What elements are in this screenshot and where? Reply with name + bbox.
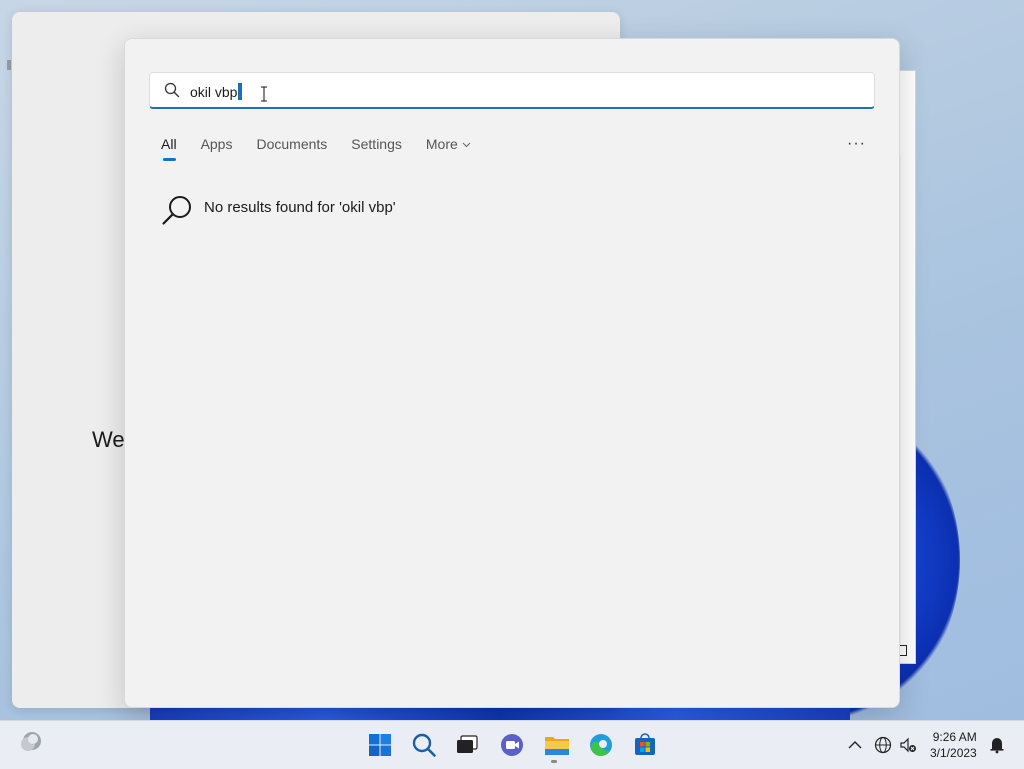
tab-apps[interactable]: Apps xyxy=(201,136,233,160)
task-view-icon[interactable] xyxy=(453,731,481,759)
i-beam-cursor-icon xyxy=(261,86,267,102)
edge-icon[interactable] xyxy=(587,731,615,759)
tab-settings-label: Settings xyxy=(351,136,402,152)
clock[interactable]: 9:26 AM 3/1/2023 xyxy=(930,729,977,761)
clock-date: 3/1/2023 xyxy=(930,746,977,760)
network-globe-icon[interactable] xyxy=(869,731,897,759)
tab-all[interactable]: All xyxy=(161,136,177,161)
background-window-heading: We xyxy=(92,427,125,452)
no-results-text: No results found for 'okil vbp' xyxy=(204,199,396,216)
file-explorer-icon[interactable] xyxy=(543,731,571,759)
desktop-edge-mark xyxy=(7,60,11,70)
search-icon xyxy=(164,82,180,98)
weather-widget-icon[interactable] xyxy=(17,728,45,756)
tab-apps-label: Apps xyxy=(200,136,233,152)
chat-icon[interactable] xyxy=(498,731,526,759)
taskbar: 9:26 AM 3/1/2023 xyxy=(0,720,1024,769)
store-icon[interactable] xyxy=(631,731,659,759)
search-icon[interactable] xyxy=(410,731,438,759)
search-query-text: okil vbp xyxy=(190,83,243,100)
tab-documents-label: Documents xyxy=(256,136,328,152)
chevron-down-icon xyxy=(462,142,471,148)
clock-time: 9:26 AM xyxy=(932,730,977,744)
tab-more-label: More xyxy=(425,136,458,152)
tab-all-label: All xyxy=(161,136,177,152)
search-filter-tabs: All Apps Documents Settings More xyxy=(161,136,495,161)
chevron-up-icon[interactable] xyxy=(841,731,869,759)
more-options-button[interactable]: ··· xyxy=(847,135,866,153)
text-cursor xyxy=(238,83,243,100)
tab-more[interactable]: More xyxy=(426,136,471,160)
tab-documents[interactable]: Documents xyxy=(256,136,327,160)
volume-muted-icon[interactable] xyxy=(894,731,922,759)
search-input[interactable]: okil vbp xyxy=(149,72,875,109)
search-icon xyxy=(162,196,191,225)
notification-icon[interactable] xyxy=(983,731,1011,759)
no-results-message: No results found for 'okil vbp' xyxy=(161,194,396,226)
search-panel: okil vbp All Apps Documents Settings Mor… xyxy=(124,38,900,708)
start-icon[interactable] xyxy=(366,731,394,759)
tab-settings[interactable]: Settings xyxy=(351,136,402,160)
running-app-indicator xyxy=(551,760,557,763)
